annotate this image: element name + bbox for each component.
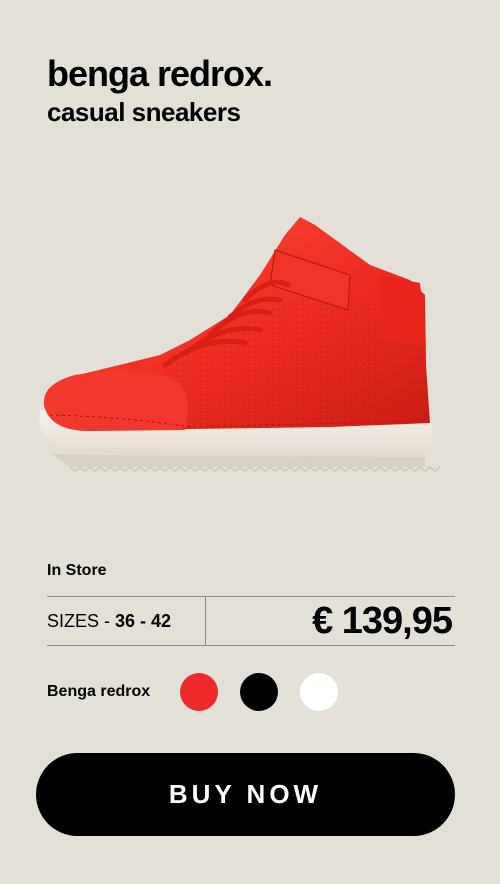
color-swatch-black[interactable] [240, 673, 278, 711]
price: € 139,95 [312, 599, 453, 642]
sizes-range: 36 - 42 [115, 610, 172, 631]
buy-now-button[interactable]: BUY NOW [36, 753, 455, 836]
availability-label: In Store [47, 562, 107, 579]
color-selector: Benga redrox [47, 672, 360, 712]
sizes-label: SIZES [47, 610, 100, 631]
product-title: benga redrox. [47, 53, 273, 94]
color-name: Benga redrox [47, 683, 151, 700]
info-row: SIZES - 36 - 42 € 139,95 [47, 596, 455, 646]
sneaker-image [39, 217, 440, 472]
color-swatch-red[interactable] [180, 673, 218, 711]
product-subtitle: casual sneakers [47, 97, 241, 127]
sizes-info: SIZES - 36 - 42 [47, 597, 206, 645]
sizes-separator: - [104, 610, 111, 631]
color-swatch-white[interactable] [300, 673, 338, 711]
